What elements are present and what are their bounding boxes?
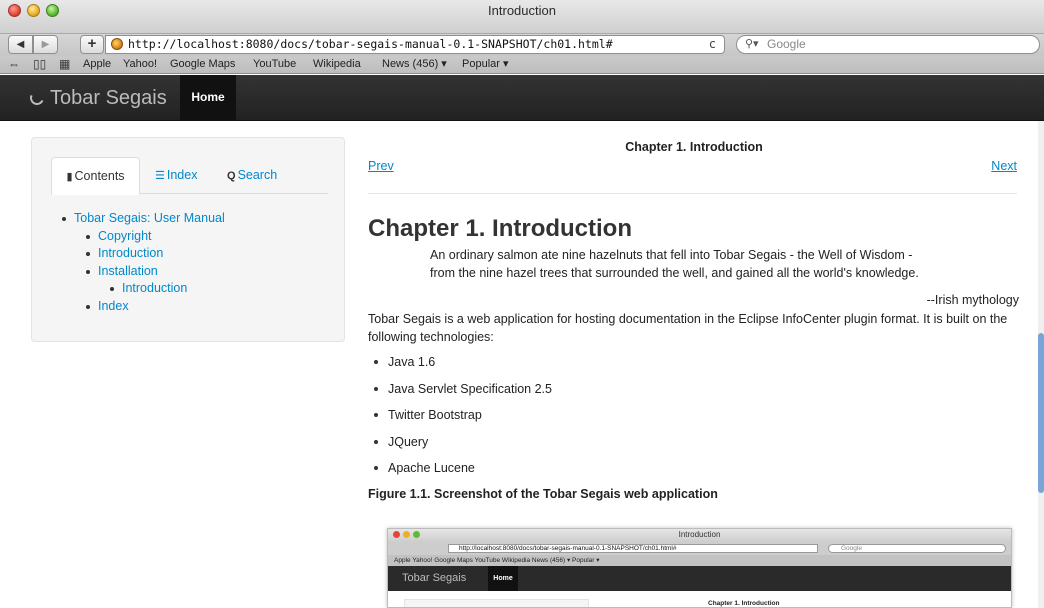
main-content: Chapter 1. Introduction Prev Next Chapte… xyxy=(368,121,1020,608)
toc-link-introduction[interactable]: Introduction xyxy=(98,246,163,260)
epigraph-line-2: from the nine hazel trees that surrounde… xyxy=(430,266,919,280)
next-link[interactable]: Next xyxy=(991,159,1017,173)
back-button[interactable]: ◀ xyxy=(8,35,33,54)
bookmark-google-maps[interactable]: Google Maps xyxy=(170,56,235,73)
epigraph: An ordinary salmon ate nine hazelnuts th… xyxy=(430,246,919,282)
shot-minimize-icon xyxy=(403,531,410,538)
toc-link-user-manual[interactable]: Tobar Segais: User Manual xyxy=(74,211,225,225)
search-field[interactable]: ⚲▾ Google xyxy=(736,35,1040,54)
shot-brand: Tobar Segais xyxy=(402,572,467,584)
technology-label: Java 1.6 xyxy=(388,355,436,369)
book-icon: ▮ xyxy=(66,171,73,183)
scrollbar-thumb[interactable] xyxy=(1038,333,1044,493)
list-item: JQuery xyxy=(374,433,552,460)
bookmark-wikipedia[interactable]: Wikipedia xyxy=(313,56,361,73)
reload-button[interactable]: c xyxy=(709,36,716,53)
bookmarks-book-icon[interactable]: ▯▯ xyxy=(33,56,46,73)
technology-label: Java Servlet Specification 2.5 xyxy=(388,381,552,396)
list-item: Apache Lucene xyxy=(374,459,552,486)
shot-address-bar: http://localhost:8080/docs/tobar-segais-… xyxy=(448,544,818,553)
prev-link[interactable]: Prev xyxy=(368,159,394,173)
forward-button[interactable]: ▶ xyxy=(33,35,58,54)
shot-sidebar xyxy=(404,599,589,607)
bookmark-popular[interactable]: Popular ▾ xyxy=(462,56,509,73)
page-scrollbar[interactable] xyxy=(1038,121,1044,608)
toc-item: Copyright xyxy=(62,228,225,246)
shot-bookmarks-bar: Apple Yahoo! Google Maps YouTube Wikiped… xyxy=(388,555,1011,566)
add-bookmark-button[interactable]: + xyxy=(80,35,104,54)
shot-titlebar: Introduction xyxy=(388,529,1011,542)
search-placeholder: Google xyxy=(767,37,806,51)
technology-label: Twitter Bootstrap xyxy=(388,408,482,422)
shot-window-title: Introduction xyxy=(678,530,721,539)
reading-list-icon[interactable]: ⇔ xyxy=(8,56,20,73)
header-divider xyxy=(368,193,1017,194)
window-title: Introduction xyxy=(488,3,556,18)
bookmark-youtube[interactable]: YouTube xyxy=(253,56,296,73)
tab-search-label: Search xyxy=(237,168,278,182)
shot-search-field: Google xyxy=(828,544,1006,553)
shot-chapter-header: Chapter 1. Introduction xyxy=(708,600,780,607)
nav-home-link[interactable]: Home xyxy=(180,75,236,120)
address-bar[interactable]: http://localhost:8080/docs/tobar-segais-… xyxy=(105,35,725,54)
toc-item: Introduction xyxy=(62,280,225,298)
epigraph-attribution: --Irish mythology xyxy=(926,293,1019,307)
address-url: http://localhost:8080/docs/tobar-segais-… xyxy=(128,37,613,51)
list-item: Java Servlet Specification 2.5 xyxy=(374,380,552,407)
toc-item: Tobar Segais: User Manual xyxy=(62,210,225,228)
toc-link-installation-introduction[interactable]: Introduction xyxy=(122,281,187,295)
browser-toolbar: ◀ ▶ + http://localhost:8080/docs/tobar-s… xyxy=(0,34,1044,56)
tab-index[interactable]: ☰ Index xyxy=(155,157,197,194)
toc-link-copyright[interactable]: Copyright xyxy=(98,229,152,243)
toc-item: Index xyxy=(62,298,225,316)
chapter-header: Chapter 1. Introduction xyxy=(625,140,763,154)
bookmark-apple[interactable]: Apple xyxy=(83,56,111,73)
list-item: Twitter Bootstrap xyxy=(374,406,552,433)
tab-index-label: Index xyxy=(166,168,198,182)
brand-logo-icon xyxy=(28,89,46,107)
bookmarks-bar: ⇔ ▯▯ ▦ Apple Yahoo! Google Maps YouTube … xyxy=(0,56,1044,74)
shot-navbar: Tobar Segais Home xyxy=(388,566,1011,591)
top-sites-grid-icon[interactable]: ▦ xyxy=(59,56,70,73)
page-title: Chapter 1. Introduction xyxy=(368,215,632,242)
technology-label: Apache Lucene xyxy=(388,461,475,475)
window-titlebar: Introduction xyxy=(0,0,1044,34)
tab-contents-label: Contents xyxy=(74,169,125,183)
technology-list: Java 1.6 Java Servlet Specification 2.5 … xyxy=(374,353,552,486)
shot-zoom-icon xyxy=(413,531,420,538)
tab-search[interactable]: Q Search xyxy=(227,157,277,194)
shot-close-icon xyxy=(393,531,400,538)
list-item: Java 1.6 xyxy=(374,353,552,380)
toc-item: Introduction xyxy=(62,245,225,263)
brand-link[interactable]: Tobar Segais xyxy=(28,87,167,110)
sidebar-panel: ▮ Contents ☰ Index Q Search Tobar Segais: U… xyxy=(31,137,345,342)
intro-paragraph: Tobar Segais is a web application for ho… xyxy=(368,312,1008,344)
bookmark-news[interactable]: News (456) ▾ xyxy=(382,56,447,73)
toc-link-index[interactable]: Index xyxy=(98,299,129,313)
brand-name: Tobar Segais xyxy=(50,87,167,109)
tab-contents[interactable]: ▮ Contents xyxy=(51,157,140,195)
figure-screenshot-image: Introduction http://localhost:8080/docs/… xyxy=(387,528,1012,608)
shot-home: Home xyxy=(488,566,518,591)
bookmark-yahoo[interactable]: Yahoo! xyxy=(123,56,157,73)
site-favicon-icon xyxy=(111,38,123,50)
search-icon: Q xyxy=(227,170,236,182)
list-icon: ☰ xyxy=(155,170,165,182)
magnifier-icon: ⚲▾ xyxy=(745,38,759,50)
epigraph-line-1: An ordinary salmon ate nine hazelnuts th… xyxy=(430,248,913,262)
sidebar-tabs: ▮ Contents ☰ Index Q Search xyxy=(51,157,328,195)
technology-label: JQuery xyxy=(388,434,429,449)
toc-link-installation[interactable]: Installation xyxy=(98,264,158,278)
shot-toolbar: http://localhost:8080/docs/tobar-segais-… xyxy=(388,542,1011,555)
figure-caption: Figure 1.1. Screenshot of the Tobar Sega… xyxy=(368,487,718,501)
site-navbar: Tobar Segais Home xyxy=(0,75,1044,121)
table-of-contents: Tobar Segais: User Manual Copyright Intr… xyxy=(62,210,225,315)
toc-item: Installation xyxy=(62,263,225,281)
